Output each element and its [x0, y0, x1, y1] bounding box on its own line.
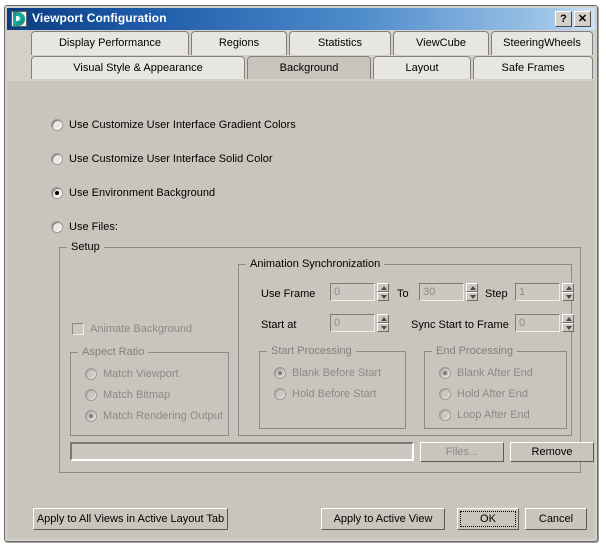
aspect-ratio-group: Aspect Ratio Match Viewport Match Bitmap… — [70, 346, 229, 436]
radio-indicator — [85, 410, 97, 422]
spinner-up-icon[interactable] — [562, 283, 574, 292]
animation-synchronization-group: Animation Synchronization Use Frame 0 To… — [238, 258, 574, 436]
radio-indicator — [439, 409, 451, 421]
end-processing-group-title: End Processing — [432, 345, 518, 357]
start-processing-group: Start Processing Blank Before Start Hold… — [259, 345, 406, 429]
animation-sync-group-title: Animation Synchronization — [246, 258, 385, 270]
apply-to-all-views-button[interactable]: Apply to All Views in Active Layout Tab — [33, 508, 228, 530]
use-frame-spinner[interactable] — [377, 283, 389, 301]
start-at-spinner[interactable] — [377, 314, 389, 332]
dialog-body: Use Customize User Interface Gradient Co… — [7, 81, 595, 539]
apply-to-active-view-button[interactable]: Apply to Active View — [321, 508, 445, 530]
focus-ring — [460, 511, 516, 527]
spinner-down-icon[interactable] — [377, 323, 389, 332]
close-icon[interactable]: ✕ — [574, 11, 591, 27]
spinner-up-icon[interactable] — [562, 314, 574, 323]
radio-indicator — [274, 388, 286, 400]
radio-label: Match Rendering Output — [103, 410, 223, 422]
spinner-down-icon[interactable] — [562, 323, 574, 332]
file-path-input[interactable] — [70, 442, 414, 461]
cancel-button[interactable]: Cancel — [525, 508, 587, 530]
tab-row-1: Display Performance Regions Statistics V… — [7, 31, 595, 56]
start-processing-group-title: Start Processing — [267, 345, 356, 357]
radio-indicator — [274, 367, 286, 379]
tab-safe-frames[interactable]: Safe Frames — [473, 56, 593, 80]
tab-strip: Display Performance Regions Statistics V… — [7, 30, 595, 81]
spinner-up-icon[interactable] — [377, 283, 389, 292]
tab-viewcube[interactable]: ViewCube — [393, 31, 489, 55]
spinner-down-icon[interactable] — [466, 292, 478, 301]
setup-group-title: Setup — [67, 241, 104, 253]
sync-start-to-frame-label: Sync Start to Frame — [411, 319, 509, 331]
radio-indicator — [85, 389, 97, 401]
radio-label: Use Customize User Interface Solid Color — [69, 153, 273, 165]
tab-layout[interactable]: Layout — [373, 56, 471, 80]
to-label: To — [397, 288, 409, 300]
remove-button[interactable]: Remove — [510, 442, 594, 462]
to-frame-spinner[interactable] — [466, 283, 478, 301]
end-processing-group: End Processing Blank After End Hold Afte… — [424, 345, 567, 429]
tab-background[interactable]: Background — [247, 56, 371, 81]
step-label: Step — [485, 288, 508, 300]
radio-indicator — [51, 221, 63, 233]
aspect-ratio-group-title: Aspect Ratio — [78, 346, 149, 358]
files-button[interactable]: Files... — [420, 442, 504, 462]
spinner-up-icon[interactable] — [377, 314, 389, 323]
radio-indicator — [439, 367, 451, 379]
window-title: Viewport Configuration — [32, 11, 167, 25]
start-at-input[interactable]: 0 — [330, 314, 375, 332]
radio-label: Blank Before Start — [292, 367, 382, 379]
radio-indicator — [51, 153, 63, 165]
viewport-configuration-dialog: Viewport Configuration ? ✕ Display Perfo… — [4, 5, 598, 542]
sync-start-to-frame-spinner[interactable] — [562, 314, 574, 332]
radio-indicator — [51, 187, 63, 199]
checkbox-label: Animate Background — [90, 323, 193, 335]
spinner-up-icon[interactable] — [466, 283, 478, 292]
tab-regions[interactable]: Regions — [191, 31, 287, 55]
tab-row-2: Visual Style & Appearance Background Lay… — [7, 56, 595, 81]
help-icon[interactable]: ? — [555, 11, 572, 27]
radio-label: Use Files: — [69, 221, 118, 233]
use-frame-input[interactable]: 0 — [330, 283, 375, 301]
use-frame-label: Use Frame — [261, 288, 316, 300]
max-logo-icon — [11, 11, 27, 27]
spinner-down-icon[interactable] — [377, 292, 389, 301]
radio-indicator — [85, 368, 97, 380]
radio-label: Match Bitmap — [103, 389, 171, 401]
radio-label: Use Environment Background — [69, 187, 216, 199]
title-bar[interactable]: Viewport Configuration ? ✕ — [7, 8, 595, 30]
radio-label: Hold Before Start — [292, 388, 377, 400]
start-at-label: Start at — [261, 319, 297, 331]
radio-indicator — [439, 388, 451, 400]
to-frame-input[interactable]: 30 — [419, 283, 464, 301]
step-input[interactable]: 1 — [515, 283, 560, 301]
radio-label: Match Viewport — [103, 368, 179, 380]
spinner-down-icon[interactable] — [562, 292, 574, 301]
radio-label: Hold After End — [457, 388, 528, 400]
radio-label: Blank After End — [457, 367, 533, 379]
radio-label: Loop After End — [457, 409, 530, 421]
setup-group: Setup Animate Background Aspect Ratio Ma… — [59, 241, 594, 473]
ok-button[interactable]: OK — [457, 508, 519, 530]
tab-statistics[interactable]: Statistics — [289, 31, 391, 55]
radio-indicator — [51, 119, 63, 131]
radio-label: Use Customize User Interface Gradient Co… — [69, 119, 296, 131]
tab-visual-style-appearance[interactable]: Visual Style & Appearance — [31, 56, 245, 80]
step-spinner[interactable] — [562, 283, 574, 301]
sync-start-to-frame-input[interactable]: 0 — [515, 314, 560, 332]
tab-display-performance[interactable]: Display Performance — [31, 31, 189, 55]
checkbox-indicator — [72, 323, 84, 335]
tab-steeringwheels[interactable]: SteeringWheels — [491, 31, 593, 55]
